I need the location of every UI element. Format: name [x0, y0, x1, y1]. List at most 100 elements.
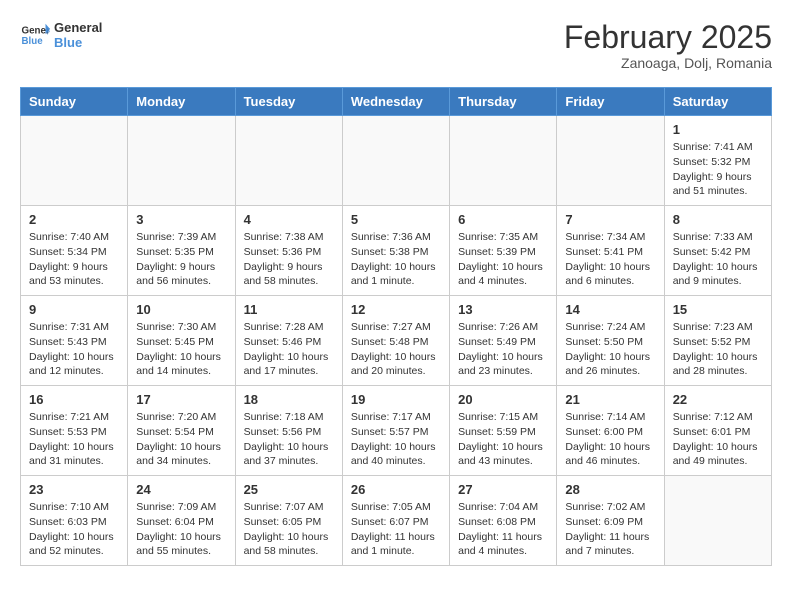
calendar-cell: 19Sunrise: 7:17 AM Sunset: 5:57 PM Dayli…	[342, 386, 449, 476]
day-info: Sunrise: 7:09 AM Sunset: 6:04 PM Dayligh…	[136, 500, 226, 559]
day-info: Sunrise: 7:24 AM Sunset: 5:50 PM Dayligh…	[565, 320, 655, 379]
day-number: 6	[458, 212, 548, 227]
weekday-header-monday: Monday	[128, 88, 235, 116]
weekday-header-saturday: Saturday	[664, 88, 771, 116]
day-info: Sunrise: 7:33 AM Sunset: 5:42 PM Dayligh…	[673, 230, 763, 289]
day-info: Sunrise: 7:02 AM Sunset: 6:09 PM Dayligh…	[565, 500, 655, 559]
calendar-cell: 27 Sunrise: 7:04 AM Sunset: 6:08 PM Dayli…	[450, 476, 557, 566]
day-info: Sunrise: 7:31 AM Sunset: 5:43 PM Dayligh…	[29, 320, 119, 379]
day-info: Sunrise: 7:28 AM Sunset: 5:46 PM Dayligh…	[244, 320, 334, 379]
day-number: 21	[565, 392, 655, 407]
day-info: Sunrise: 7:07 AM Sunset: 6:05 PM Dayligh…	[244, 500, 334, 559]
day-number: 10	[136, 302, 226, 317]
calendar-cell: 17 Sunrise: 7:20 AM Sunset: 5:54 PM Dayli…	[128, 386, 235, 476]
day-number: 18	[244, 392, 334, 407]
weekday-header-row: SundayMondayTuesdayWednesdayThursdayFrid…	[21, 88, 772, 116]
calendar-table: SundayMondayTuesdayWednesdayThursdayFrid…	[20, 87, 772, 566]
day-number: 23	[29, 482, 119, 497]
day-info: Sunrise: 7:30 AM Sunset: 5:45 PM Dayligh…	[136, 320, 226, 379]
calendar-cell: 4 Sunrise: 7:38 AM Sunset: 5:36 PM Daylig…	[235, 206, 342, 296]
weekday-header-friday: Friday	[557, 88, 664, 116]
logo-line1: General	[54, 20, 102, 35]
day-info: Sunrise: 7:41 AM Sunset: 5:32 PM Dayligh…	[673, 140, 763, 199]
day-info: Sunrise: 7:12 AM Sunset: 6:01 PM Dayligh…	[673, 410, 763, 469]
day-info: Sunrise: 7:04 AM Sunset: 6:08 PM Dayligh…	[458, 500, 548, 559]
weekday-header-sunday: Sunday	[21, 88, 128, 116]
day-info: Sunrise: 7:14 AM Sunset: 6:00 PM Dayligh…	[565, 410, 655, 469]
calendar-cell	[128, 116, 235, 206]
day-number: 28	[565, 482, 655, 497]
day-number: 14	[565, 302, 655, 317]
calendar-cell	[664, 476, 771, 566]
svg-text:Blue: Blue	[22, 36, 44, 47]
day-number: 11	[244, 302, 334, 317]
day-info: Sunrise: 7:10 AM Sunset: 6:03 PM Dayligh…	[29, 500, 119, 559]
logo-line2: Blue	[54, 35, 102, 50]
day-info: Sunrise: 7:35 AM Sunset: 5:39 PM Dayligh…	[458, 230, 548, 289]
weekday-header-wednesday: Wednesday	[342, 88, 449, 116]
day-number: 15	[673, 302, 763, 317]
logo: General Blue General Blue	[20, 20, 102, 50]
calendar-cell: 12Sunrise: 7:27 AM Sunset: 5:48 PM Dayli…	[342, 296, 449, 386]
calendar-body: 1 Sunrise: 7:41 AM Sunset: 5:32 PM Daylig…	[21, 116, 772, 566]
day-number: 5	[351, 212, 441, 227]
day-info: Sunrise: 7:21 AM Sunset: 5:53 PM Dayligh…	[29, 410, 119, 469]
calendar-cell: 25 Sunrise: 7:07 AM Sunset: 6:05 PM Dayli…	[235, 476, 342, 566]
calendar-cell: 24 Sunrise: 7:09 AM Sunset: 6:04 PM Dayli…	[128, 476, 235, 566]
day-number: 26	[351, 482, 441, 497]
day-number: 4	[244, 212, 334, 227]
weekday-header-thursday: Thursday	[450, 88, 557, 116]
calendar-cell	[21, 116, 128, 206]
day-number: 8	[673, 212, 763, 227]
day-info: Sunrise: 7:15 AM Sunset: 5:59 PM Dayligh…	[458, 410, 548, 469]
day-info: Sunrise: 7:23 AM Sunset: 5:52 PM Dayligh…	[673, 320, 763, 379]
week-row-4: 16Sunrise: 7:21 AM Sunset: 5:53 PM Dayli…	[21, 386, 772, 476]
calendar-cell: 10 Sunrise: 7:30 AM Sunset: 5:45 PM Dayli…	[128, 296, 235, 386]
calendar-cell: 9 Sunrise: 7:31 AM Sunset: 5:43 PM Daylig…	[21, 296, 128, 386]
day-number: 25	[244, 482, 334, 497]
calendar-cell: 6 Sunrise: 7:35 AM Sunset: 5:39 PM Daylig…	[450, 206, 557, 296]
day-number: 7	[565, 212, 655, 227]
page-header: General Blue General Blue February 2025 …	[20, 20, 772, 71]
calendar-cell: 7 Sunrise: 7:34 AM Sunset: 5:41 PM Daylig…	[557, 206, 664, 296]
day-number: 22	[673, 392, 763, 407]
calendar-cell: 23 Sunrise: 7:10 AM Sunset: 6:03 PM Dayli…	[21, 476, 128, 566]
calendar-cell: 15 Sunrise: 7:23 AM Sunset: 5:52 PM Dayli…	[664, 296, 771, 386]
day-info: Sunrise: 7:17 AM Sunset: 5:57 PM Dayligh…	[351, 410, 441, 469]
calendar-cell	[557, 116, 664, 206]
calendar-cell: 18 Sunrise: 7:18 AM Sunset: 5:56 PM Dayli…	[235, 386, 342, 476]
calendar-cell: 2 Sunrise: 7:40 AM Sunset: 5:34 PM Daylig…	[21, 206, 128, 296]
day-number: 20	[458, 392, 548, 407]
day-info: Sunrise: 7:34 AM Sunset: 5:41 PM Dayligh…	[565, 230, 655, 289]
day-info: Sunrise: 7:38 AM Sunset: 5:36 PM Dayligh…	[244, 230, 334, 289]
day-number: 9	[29, 302, 119, 317]
day-number: 24	[136, 482, 226, 497]
day-number: 2	[29, 212, 119, 227]
day-info: Sunrise: 7:26 AM Sunset: 5:49 PM Dayligh…	[458, 320, 548, 379]
day-number: 27	[458, 482, 548, 497]
day-info: Sunrise: 7:40 AM Sunset: 5:34 PM Dayligh…	[29, 230, 119, 289]
day-info: Sunrise: 7:18 AM Sunset: 5:56 PM Dayligh…	[244, 410, 334, 469]
day-info: Sunrise: 7:20 AM Sunset: 5:54 PM Dayligh…	[136, 410, 226, 469]
week-row-2: 2 Sunrise: 7:40 AM Sunset: 5:34 PM Daylig…	[21, 206, 772, 296]
title-block: February 2025 Zanoaga, Dolj, Romania	[564, 20, 772, 71]
calendar-cell: 26Sunrise: 7:05 AM Sunset: 6:07 PM Dayli…	[342, 476, 449, 566]
day-number: 1	[673, 122, 763, 137]
calendar-cell: 21 Sunrise: 7:14 AM Sunset: 6:00 PM Dayli…	[557, 386, 664, 476]
location-subtitle: Zanoaga, Dolj, Romania	[564, 55, 772, 71]
calendar-header: SundayMondayTuesdayWednesdayThursdayFrid…	[21, 88, 772, 116]
calendar-cell: 8 Sunrise: 7:33 AM Sunset: 5:42 PM Daylig…	[664, 206, 771, 296]
day-number: 17	[136, 392, 226, 407]
week-row-1: 1 Sunrise: 7:41 AM Sunset: 5:32 PM Daylig…	[21, 116, 772, 206]
month-title: February 2025	[564, 20, 772, 55]
calendar-cell: 28 Sunrise: 7:02 AM Sunset: 6:09 PM Dayli…	[557, 476, 664, 566]
calendar-cell: 13 Sunrise: 7:26 AM Sunset: 5:49 PM Dayli…	[450, 296, 557, 386]
calendar-cell: 20 Sunrise: 7:15 AM Sunset: 5:59 PM Dayli…	[450, 386, 557, 476]
day-number: 13	[458, 302, 548, 317]
day-number: 12	[351, 302, 441, 317]
calendar-cell: 5Sunrise: 7:36 AM Sunset: 5:38 PM Daylig…	[342, 206, 449, 296]
calendar-cell: 11 Sunrise: 7:28 AM Sunset: 5:46 PM Dayli…	[235, 296, 342, 386]
week-row-3: 9 Sunrise: 7:31 AM Sunset: 5:43 PM Daylig…	[21, 296, 772, 386]
calendar-cell	[235, 116, 342, 206]
calendar-cell: 16Sunrise: 7:21 AM Sunset: 5:53 PM Dayli…	[21, 386, 128, 476]
